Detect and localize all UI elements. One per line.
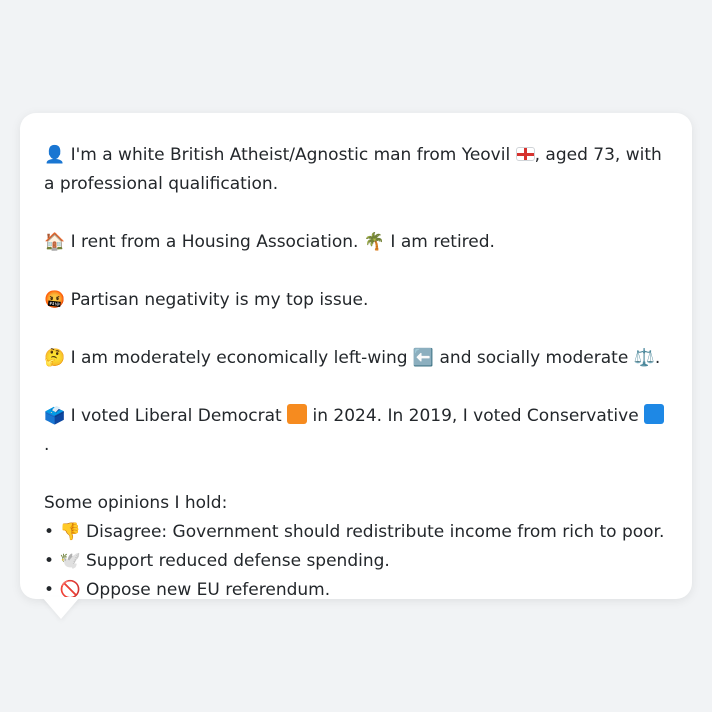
balance-scale-icon: ⚖️ xyxy=(633,348,655,368)
bullet: • xyxy=(44,551,55,571)
angry-face-icon: 🤬 xyxy=(44,290,66,310)
opinions-list: • 👎 Disagree: Government should redistri… xyxy=(44,518,668,605)
person-icon: 👤 xyxy=(44,145,66,165)
opinion-text: Support reduced defense spending. xyxy=(86,551,390,571)
housing-text: I rent from a Housing Association. xyxy=(70,232,359,252)
top-issue-text: Partisan negativity is my top issue. xyxy=(70,290,369,310)
thumbs-down-icon: 👎 xyxy=(59,522,81,542)
orange-square-icon xyxy=(287,404,308,424)
list-item: • 🕊️ Support reduced defense spending. xyxy=(44,547,668,576)
bio-text: I'm a white British Atheist/Agnostic man… xyxy=(70,145,511,165)
opinion-text: Disagree: Government should redistribute… xyxy=(86,522,665,542)
opinions-heading: Some opinions I hold: xyxy=(44,493,228,513)
list-item: • 👎 Disagree: Government should redistri… xyxy=(44,518,668,547)
voting-paragraph: 🗳️ I voted Liberal Democrat in 2024. In … xyxy=(44,402,668,460)
opinions-section: Some opinions I hold: • 👎 Disagree: Gove… xyxy=(44,489,668,605)
ballot-box-icon: 🗳️ xyxy=(44,406,66,426)
palm-tree-icon: 🌴 xyxy=(363,232,385,252)
opinion-text: Oppose new EU referendum. xyxy=(86,580,331,600)
ideology-social-text: and socially moderate xyxy=(439,348,629,368)
ideology-paragraph: 🤔 I am moderately economically left-wing… xyxy=(44,344,668,373)
bubble-tail xyxy=(42,597,80,619)
blue-square-icon xyxy=(644,404,665,424)
ideology-end-punct: . xyxy=(654,348,661,368)
employment-text: I am retired. xyxy=(390,232,495,252)
housing-paragraph: 🏠 I rent from a Housing Association. 🌴 I… xyxy=(44,228,668,257)
bio-paragraph: 👤 I'm a white British Atheist/Agnostic m… xyxy=(44,141,668,199)
house-icon: 🏠 xyxy=(44,232,66,252)
thinking-face-icon: 🤔 xyxy=(44,348,66,368)
vote-2019-text: in 2024. In 2019, I voted Conservative xyxy=(312,406,639,426)
voting-end-punct: . xyxy=(44,435,50,455)
bullet: • xyxy=(44,522,55,542)
dove-icon: 🕊️ xyxy=(59,551,81,571)
left-arrow-icon: ⬅️ xyxy=(412,348,435,368)
top-issue-paragraph: 🤬 Partisan negativity is my top issue. xyxy=(44,286,668,315)
vote-2024-text: I voted Liberal Democrat xyxy=(70,406,282,426)
england-flag-icon xyxy=(515,147,535,161)
list-item: • 🚫 Oppose new EU referendum. xyxy=(44,576,668,605)
persona-message-bubble: 👤 I'm a white British Atheist/Agnostic m… xyxy=(20,113,692,600)
ideology-economic-text: I am moderately economically left-wing xyxy=(70,348,408,368)
